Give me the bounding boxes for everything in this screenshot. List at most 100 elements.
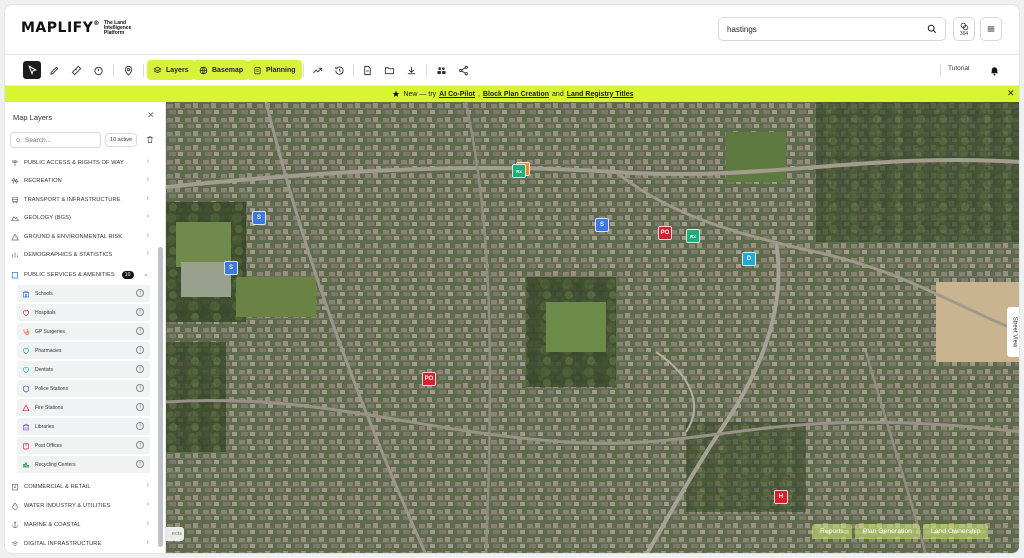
category-digital[interactable]: DIGITAL INFRASTRUCTURE ›	[11, 536, 151, 552]
tab-reports[interactable]: Reports	[812, 524, 852, 539]
projects-tab-collapsed[interactable]: ects	[166, 527, 184, 541]
map-canvas[interactable]: Rx S S S PO Rx D PO H Street View ects R…	[166, 102, 1019, 553]
category-label: GROUND & ENVIRONMENTAL RISK	[24, 234, 123, 240]
banner-link-block-plan[interactable]: Block Plan Creation	[483, 91, 549, 98]
layer-item-hospitals[interactable]: Hospitals i	[17, 304, 150, 321]
tab-plan-generation[interactable]: Plan Generation	[854, 524, 920, 539]
category-commercial[interactable]: COMMERCIAL & RETAIL ›	[11, 479, 151, 495]
team-tool[interactable]	[432, 61, 450, 79]
info-icon[interactable]: i	[136, 327, 144, 335]
planning-button[interactable]: Planning	[247, 60, 302, 80]
street-view-toggle[interactable]: Street View	[1007, 307, 1019, 357]
map-marker-school[interactable]: S	[595, 218, 609, 232]
info-icon[interactable]: i	[136, 384, 144, 392]
map-marker-school[interactable]: S	[224, 261, 238, 275]
layer-search-input[interactable]	[25, 136, 95, 144]
category-demographics[interactable]: DEMOGRAPHICS & STATISTICS ›	[11, 247, 151, 263]
map-marker-post-office[interactable]: PO	[658, 226, 672, 240]
category-marine[interactable]: MARINE & COASTAL ›	[11, 517, 151, 533]
folder-icon	[384, 66, 394, 74]
category-geology[interactable]: GEOLOGY (BGS) ›	[11, 210, 151, 226]
layer-item-police-stations[interactable]: Police Stations i	[17, 380, 150, 397]
category-water[interactable]: WATER INDUSTRY & UTILITIES ›	[11, 498, 151, 514]
category-label: PUBLIC ACCESS & RIGHTS OF WAY	[24, 160, 124, 166]
tab-land-ownership[interactable]: Land Ownership	[922, 524, 989, 539]
menu-button[interactable]	[980, 17, 1002, 41]
info-icon[interactable]: i	[136, 289, 144, 297]
logo[interactable]: MAPLIFY® The Land Intelligence Platform	[21, 20, 136, 36]
map-marker-school[interactable]: S	[252, 211, 266, 225]
sidebar-scrollbar[interactable]	[158, 157, 163, 549]
mailbox-icon	[23, 442, 29, 449]
chevron-right-icon: ›	[146, 250, 149, 257]
category-public-access[interactable]: PUBLIC ACCESS & RIGHTS OF WAY ›	[11, 155, 151, 171]
category-transport[interactable]: TRANSPORT & INFRASTRUCTURE ›	[11, 192, 151, 208]
chevron-right-icon: ›	[146, 232, 149, 239]
select-tool[interactable]	[23, 61, 41, 79]
info-icon[interactable]: i	[136, 308, 144, 316]
pin-tool[interactable]	[119, 61, 137, 79]
history-tool[interactable]	[330, 61, 348, 79]
scrollbar-thumb[interactable]	[158, 247, 163, 547]
trend-tool[interactable]	[308, 61, 326, 79]
layer-label: Fire Stations	[35, 404, 64, 411]
category-ground-risk[interactable]: GROUND & ENVIRONMENTAL RISK ›	[11, 229, 151, 245]
map-marker-hospital[interactable]: H	[774, 490, 788, 504]
layer-item-fire-stations[interactable]: Fire Stations i	[17, 399, 150, 416]
search-icon[interactable]	[927, 24, 937, 34]
measure-tool[interactable]	[67, 61, 85, 79]
layer-item-post-offices[interactable]: Post Offices i	[17, 437, 150, 454]
layer-item-schools[interactable]: Schools i	[17, 285, 150, 302]
open-folder-tool[interactable]	[380, 61, 398, 79]
category-recreation[interactable]: RECREATION ›	[11, 173, 151, 189]
new-file-tool[interactable]	[358, 61, 376, 79]
info-icon[interactable]: i	[136, 422, 144, 430]
location-search[interactable]	[718, 17, 946, 41]
layer-search[interactable]	[10, 132, 101, 148]
tutorial-link[interactable]: Tutorial	[948, 65, 969, 72]
banner-link-land-registry[interactable]: Land Registry Titles	[567, 91, 634, 98]
radius-tool[interactable]	[89, 61, 107, 79]
info-icon[interactable]: i	[136, 460, 144, 468]
history-icon	[334, 66, 344, 75]
recycle-icon	[23, 462, 29, 468]
map-marker-pharmacy[interactable]: Rx	[512, 164, 526, 178]
chevron-right-icon: ›	[146, 176, 149, 183]
toolbar-divider	[940, 64, 941, 77]
info-icon[interactable]: i	[136, 365, 144, 373]
ruler-icon	[71, 65, 81, 75]
layer-label: Police Stations	[35, 385, 69, 392]
coins-icon	[960, 22, 968, 30]
search-icon	[16, 137, 21, 143]
map-marker-dentist[interactable]: D	[742, 252, 756, 266]
toolbar-divider	[143, 64, 144, 77]
layers-button[interactable]: Layers	[147, 60, 195, 80]
trash-icon[interactable]	[146, 135, 154, 144]
basemap-button[interactable]: Basemap	[193, 60, 250, 80]
layer-item-dentists[interactable]: Dentists i	[17, 361, 150, 378]
download-tool[interactable]	[402, 61, 420, 79]
banner-link-ai-copilot[interactable]: AI Co-Pilot	[439, 91, 475, 98]
credits-button[interactable]: 364	[953, 17, 975, 41]
info-icon[interactable]: i	[136, 441, 144, 449]
draw-tool[interactable]	[45, 61, 63, 79]
category-public-services[interactable]: PUBLIC SERVICES & AMENITIES 10 ⌄	[11, 267, 151, 283]
notifications-button[interactable]	[985, 61, 1003, 79]
map-marker-pharmacy[interactable]: Rx	[686, 229, 700, 243]
street-view-label: Street View	[1011, 316, 1018, 348]
info-icon[interactable]: i	[136, 403, 144, 411]
map-marker-post-office[interactable]: PO	[422, 372, 436, 386]
close-icon[interactable]: ✕	[147, 110, 155, 121]
banner-close-icon[interactable]: ✕	[1007, 88, 1015, 99]
bottom-tabs: Reports Plan Generation Land Ownership	[812, 524, 989, 539]
layer-item-recycling-centers[interactable]: Recycling Centers i	[17, 456, 150, 473]
layer-item-gp-surgeries[interactable]: GP Surgeries i	[17, 323, 150, 340]
layer-item-libraries[interactable]: Libraries i	[17, 418, 150, 435]
bell-icon	[990, 66, 998, 76]
location-search-input[interactable]	[727, 24, 927, 34]
info-icon[interactable]: i	[136, 346, 144, 354]
share-tool[interactable]	[454, 61, 472, 79]
category-label: DIGITAL INFRASTRUCTURE	[24, 541, 102, 547]
category-label: MARINE & COASTAL	[24, 522, 81, 528]
layer-item-pharmacies[interactable]: Pharmacies i	[17, 342, 150, 359]
